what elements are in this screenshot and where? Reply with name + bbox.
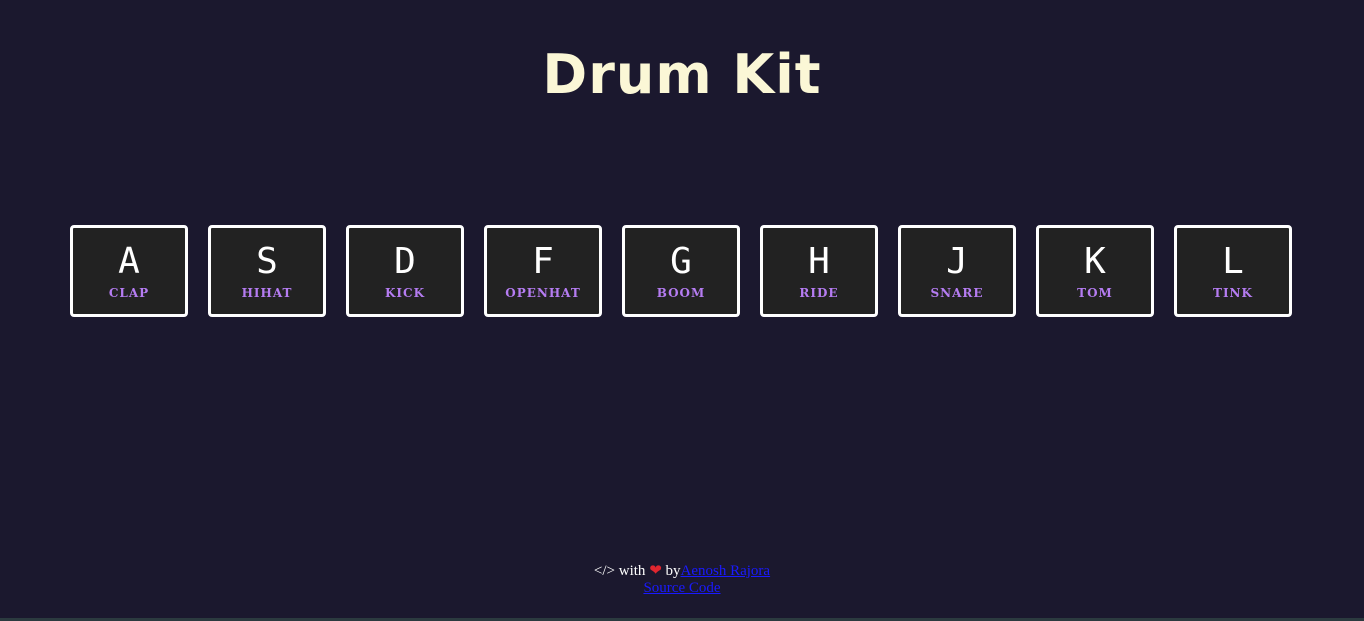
drum-key-tink[interactable]: L TINK xyxy=(1174,225,1292,317)
author-link[interactable]: Aenosh Rajora xyxy=(681,563,771,579)
drum-key-tom[interactable]: K TOM xyxy=(1036,225,1154,317)
with-text: with xyxy=(618,563,646,579)
key-sound-label: BOOM xyxy=(656,286,706,300)
key-letter: D xyxy=(394,241,416,282)
drum-key-ride[interactable]: H RIDE xyxy=(760,225,878,317)
footer: </> with ❤ byAenosh Rajora Source Code xyxy=(0,562,1364,597)
drum-key-hihat[interactable]: S HIHAT xyxy=(208,225,326,317)
credit-line: </> with ❤ byAenosh Rajora xyxy=(0,562,1364,580)
drum-key-clap[interactable]: A CLAP xyxy=(70,225,188,317)
key-sound-label: KICK xyxy=(384,286,426,300)
code-symbol: </> xyxy=(593,563,616,579)
source-code-link[interactable]: Source Code xyxy=(643,580,720,596)
key-letter: L xyxy=(1222,241,1244,282)
drum-key-snare[interactable]: J SNARE xyxy=(898,225,1016,317)
key-sound-label: OPENHAT xyxy=(505,286,581,300)
page-title: Drum Kit xyxy=(542,43,822,106)
key-letter: S xyxy=(256,241,278,282)
key-letter: G xyxy=(670,241,692,282)
drum-key-openhat[interactable]: F OPENHAT xyxy=(484,225,602,317)
key-letter: A xyxy=(118,241,140,282)
key-sound-label: TOM xyxy=(1077,286,1113,300)
key-sound-label: RIDE xyxy=(799,286,839,300)
drum-key-kick[interactable]: D KICK xyxy=(346,225,464,317)
key-letter: J xyxy=(946,241,968,282)
key-sound-label: TINK xyxy=(1213,286,1253,300)
key-letter: K xyxy=(1084,241,1106,282)
key-letter: F xyxy=(532,241,554,282)
key-letter: H xyxy=(808,241,830,282)
drum-key-boom[interactable]: G BOOM xyxy=(622,225,740,317)
drum-keys: A CLAP S HIHAT D KICK F OPENHAT G BOOM H… xyxy=(70,225,1292,317)
heart-icon: ❤ xyxy=(649,561,662,579)
key-sound-label: HIHAT xyxy=(241,286,293,300)
key-sound-label: SNARE xyxy=(930,286,984,300)
key-sound-label: CLAP xyxy=(108,286,150,300)
by-text: by xyxy=(665,563,681,579)
